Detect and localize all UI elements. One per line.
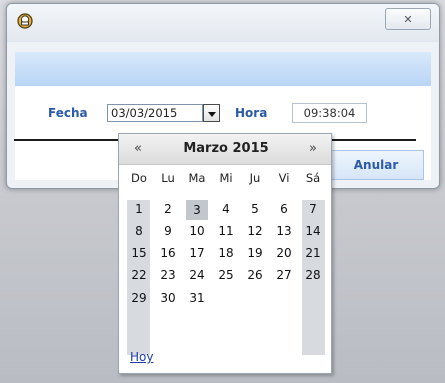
calendar-day[interactable]: 27	[270, 268, 298, 282]
calendar-day[interactable]: 10	[183, 224, 211, 238]
fecha-label: Fecha	[48, 106, 88, 120]
calendar-day[interactable]: 28	[299, 268, 327, 282]
date-field[interactable]: 03/03/2015	[107, 104, 203, 122]
calendar-day[interactable]: 18	[212, 246, 240, 260]
calendar-month-title: Marzo 2015	[183, 141, 269, 156]
calendar-day[interactable]: 30	[154, 291, 182, 305]
calendar-day[interactable]: 5	[241, 202, 269, 216]
calendar-day[interactable]: 13	[270, 224, 298, 238]
calendar-day[interactable]: 1	[125, 202, 153, 216]
hora-label: Hora	[235, 106, 268, 120]
calendar-day[interactable]: 12	[241, 224, 269, 238]
date-dropdown-button[interactable]	[203, 104, 220, 122]
calendar-day[interactable]: 21	[299, 246, 327, 260]
weekday-label: Ju	[249, 171, 261, 185]
weekday-label: Vi	[278, 171, 290, 185]
calendar-day[interactable]: 19	[241, 246, 269, 260]
calendar-day-selected[interactable]: 3	[186, 200, 208, 220]
cancel-button[interactable]: Anular	[328, 150, 424, 180]
weekday-label: Mi	[219, 171, 233, 185]
calendar-day[interactable]: 14	[299, 224, 327, 238]
calendar-day[interactable]: 6	[270, 202, 298, 216]
calendar-header: « Marzo 2015 »	[119, 134, 331, 165]
today-link[interactable]: Hoy	[130, 350, 153, 364]
weekday-label: Lu	[161, 171, 175, 185]
chef-hat-icon	[17, 13, 33, 29]
calendar-day[interactable]: 7	[299, 202, 327, 216]
close-button[interactable]: ✕	[385, 8, 431, 30]
calendar-day[interactable]: 17	[183, 246, 211, 260]
weekday-label: Ma	[188, 171, 206, 185]
calendar-day[interactable]: 25	[212, 268, 240, 282]
calendar-day[interactable]: 29	[125, 291, 153, 305]
calendar-day[interactable]: 20	[270, 246, 298, 260]
calendar-day[interactable]: 16	[154, 246, 182, 260]
close-icon: ✕	[403, 12, 413, 26]
time-field[interactable]: 09:38:04	[292, 103, 367, 123]
calendar-day[interactable]: 4	[212, 202, 240, 216]
calendar-day[interactable]: 2	[154, 202, 182, 216]
weekday-label: Do	[131, 171, 147, 185]
calendar-day[interactable]: 9	[154, 224, 182, 238]
calendar-day[interactable]: 8	[125, 224, 153, 238]
header-band	[15, 52, 431, 86]
calendar-day[interactable]: 31	[183, 291, 211, 305]
calendar-day[interactable]: 24	[183, 268, 211, 282]
weekday-header-row: Do Lu Ma Mi Ju Vi Sá	[119, 171, 331, 189]
calendar-day[interactable]: 11	[212, 224, 240, 238]
title-bar: ✕	[7, 4, 439, 42]
next-month-button[interactable]: »	[309, 141, 317, 156]
calendar-popup: « Marzo 2015 » Do Lu Ma Mi Ju Vi Sá 1 2 …	[118, 133, 332, 374]
calendar-day[interactable]: 26	[241, 268, 269, 282]
calendar-day[interactable]: 22	[125, 268, 153, 282]
calendar-day[interactable]: 23	[154, 268, 182, 282]
previous-month-button[interactable]: «	[134, 141, 142, 156]
weekday-label: Sá	[305, 171, 321, 185]
calendar-day[interactable]: 15	[125, 246, 153, 260]
